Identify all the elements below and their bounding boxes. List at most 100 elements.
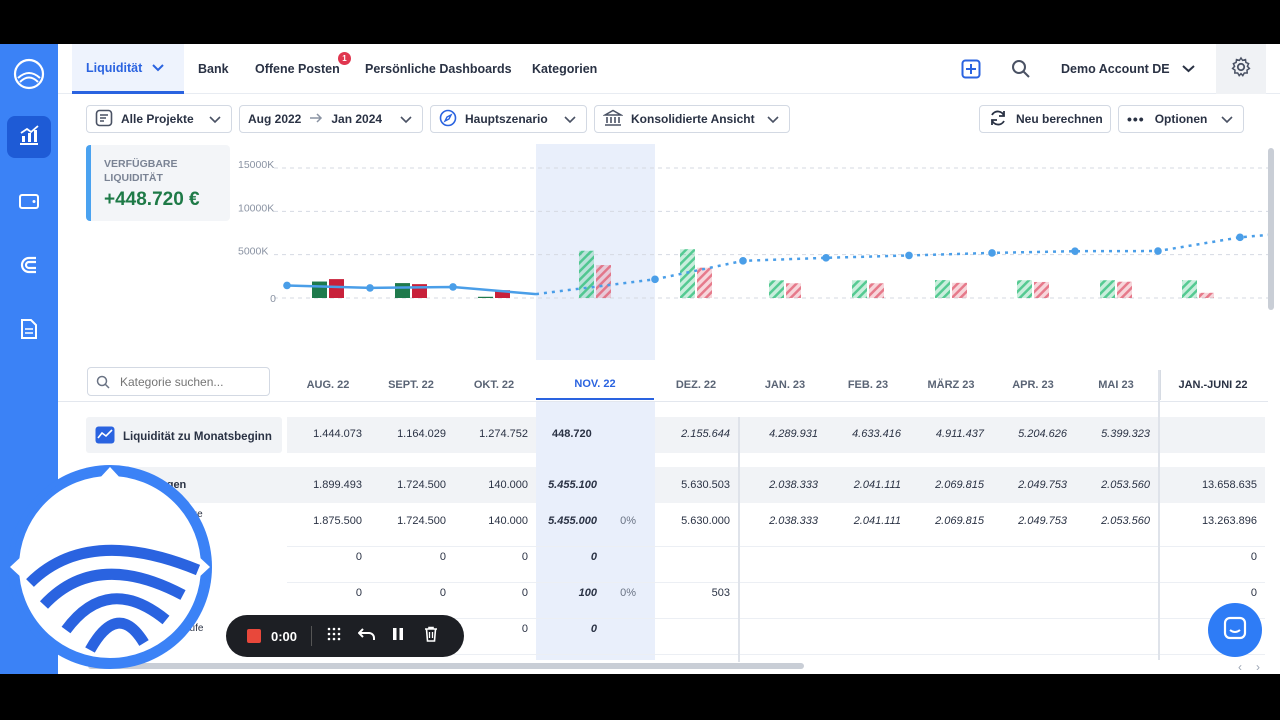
liquidity-point[interactable] — [366, 284, 374, 292]
table-cell[interactable]: 0 — [507, 551, 597, 563]
liquidity-point[interactable] — [988, 249, 996, 257]
liquidity-cell[interactable]: 2.155.644 — [650, 428, 730, 440]
expense-bar[interactable] — [952, 282, 967, 298]
month-header[interactable]: MAI 23 — [1075, 370, 1157, 400]
grid-dots-icon[interactable] — [326, 626, 342, 647]
expense-bar[interactable] — [329, 279, 344, 298]
liquidity-cell[interactable]: 4.289.931 — [738, 428, 818, 440]
expense-bar[interactable] — [1034, 281, 1049, 298]
tab-persoenliche-dashboards[interactable]: Persönliche Dashboards — [365, 44, 512, 94]
liquidity-cell[interactable]: 4.633.416 — [821, 428, 901, 440]
table-cell[interactable]: 0 — [356, 551, 446, 563]
search-input[interactable] — [120, 373, 260, 391]
liquidity-point[interactable] — [1154, 247, 1162, 255]
table-cell[interactable]: 1.724.500 — [356, 479, 446, 491]
liquidity-point[interactable] — [449, 283, 457, 291]
liquidity-cell[interactable]: 5.399.323 — [1070, 428, 1150, 440]
liquidity-point[interactable] — [905, 251, 913, 260]
table-cell[interactable]: 2.053.560 — [1060, 479, 1150, 491]
scroll-left-icon[interactable]: ‹ — [1238, 660, 1242, 674]
liquidity-point[interactable] — [822, 254, 830, 262]
table-cell[interactable]: 2.069.815 — [894, 515, 984, 527]
liquidity-point[interactable] — [739, 257, 747, 265]
table-cell[interactable]: 13.658.635 — [1167, 479, 1257, 491]
scroll-right-icon[interactable]: › — [1256, 660, 1260, 674]
month-header[interactable]: AUG. 22 — [287, 370, 369, 400]
liquidity-point[interactable] — [651, 275, 659, 284]
liquidity-cell[interactable]: 1.274.752 — [448, 428, 528, 440]
table-cell[interactable]: 1.875.500 — [272, 515, 362, 527]
view-filter[interactable]: Konsolidierte Ansicht — [594, 105, 790, 133]
tab-bank[interactable]: Bank — [198, 44, 229, 94]
liquidity-row-label[interactable]: Liquidität zu Monatsbeginn — [95, 426, 272, 447]
vertical-scrollbar[interactable] — [1268, 148, 1274, 310]
month-header[interactable]: SEPT. 22 — [370, 370, 452, 400]
table-cell[interactable]: 0 — [272, 551, 362, 563]
table-cell[interactable]: 5.630.000 — [640, 515, 730, 527]
month-header[interactable]: OKT. 22 — [453, 370, 535, 400]
income-bar[interactable] — [395, 283, 410, 298]
month-header[interactable]: DEZ. 22 — [655, 370, 737, 400]
income-bar[interactable] — [769, 280, 784, 298]
pause-icon[interactable] — [392, 627, 404, 646]
recalculate-button[interactable]: Neu berechnen — [979, 105, 1111, 133]
chat-launcher-button[interactable] — [1208, 603, 1262, 657]
sidebar-item-wallet[interactable] — [7, 182, 51, 224]
search-icon[interactable] — [1011, 59, 1031, 84]
month-header[interactable]: MÄRZ 23 — [910, 370, 992, 400]
table-cell[interactable]: 0 — [1167, 551, 1257, 563]
liquidity-cell[interactable]: 5.204.626 — [987, 428, 1067, 440]
sidebar-item-document[interactable] — [7, 310, 51, 352]
table-cell[interactable]: 5.630.503 — [640, 479, 730, 491]
table-cell[interactable]: 503 — [640, 587, 730, 599]
liquidity-cell[interactable]: 1.164.029 — [366, 428, 446, 440]
expense-bar[interactable] — [1199, 292, 1214, 298]
liquidity-point[interactable] — [283, 281, 291, 290]
month-header[interactable]: FEB. 23 — [827, 370, 909, 400]
projects-filter[interactable]: Alle Projekte — [86, 105, 232, 133]
table-cell[interactable]: 0 — [507, 623, 597, 635]
category-search[interactable] — [87, 367, 270, 396]
sidebar-item-magnet[interactable] — [7, 246, 51, 288]
income-bar[interactable] — [478, 296, 493, 298]
tab-liquiditaet[interactable]: Liquidität — [72, 44, 184, 94]
month-header[interactable]: JAN. 23 — [744, 370, 826, 400]
month-header[interactable]: APR. 23 — [992, 370, 1074, 400]
table-cell[interactable]: 0% — [546, 515, 636, 527]
table-cell[interactable]: 2.041.111 — [811, 515, 901, 527]
table-cell[interactable]: 5.455.100 — [507, 479, 597, 491]
table-cell[interactable]: 0 — [1167, 587, 1257, 599]
expense-bar[interactable] — [786, 283, 801, 298]
date-range-filter[interactable]: Aug 2022 Jan 2024 — [239, 105, 423, 133]
income-bar[interactable] — [312, 281, 327, 298]
income-bar[interactable] — [579, 250, 594, 298]
income-bar[interactable] — [1100, 280, 1115, 298]
liquidity-point[interactable] — [1071, 247, 1079, 256]
income-bar[interactable] — [935, 280, 950, 298]
scenario-filter[interactable]: Hauptszenario — [430, 105, 587, 133]
expense-bar[interactable] — [596, 265, 611, 298]
liquidity-cell[interactable]: 1.444.073 — [282, 428, 362, 440]
table-cell[interactable]: 2.049.753 — [977, 479, 1067, 491]
table-cell[interactable]: 1.724.500 — [356, 515, 446, 527]
logo-icon[interactable] — [13, 58, 45, 90]
month-header[interactable]: JAN.-JUNI 22 — [1159, 370, 1265, 400]
month-header[interactable]: NOV. 22 — [536, 370, 654, 400]
table-cell[interactable]: 0 — [272, 587, 362, 599]
sidebar-item-dashboard[interactable] — [7, 116, 51, 158]
table-cell[interactable]: 13.263.896 — [1167, 515, 1257, 527]
income-bar[interactable] — [1182, 280, 1197, 298]
account-switcher[interactable]: Demo Account DE — [1061, 44, 1195, 94]
table-cell[interactable]: 1.899.493 — [272, 479, 362, 491]
expense-bar[interactable] — [869, 283, 884, 298]
table-cell[interactable]: 0 — [356, 587, 446, 599]
income-bar[interactable] — [852, 280, 867, 298]
table-cell[interactable]: 0% — [546, 587, 636, 599]
table-cell[interactable]: 2.038.333 — [728, 515, 818, 527]
table-cell[interactable]: 2.053.560 — [1060, 515, 1150, 527]
add-icon[interactable] — [961, 59, 981, 84]
table-cell[interactable]: 2.069.815 — [894, 479, 984, 491]
liquidity-point[interactable] — [1236, 233, 1244, 242]
income-bar[interactable] — [1017, 280, 1032, 298]
table-cell[interactable]: 2.049.753 — [977, 515, 1067, 527]
